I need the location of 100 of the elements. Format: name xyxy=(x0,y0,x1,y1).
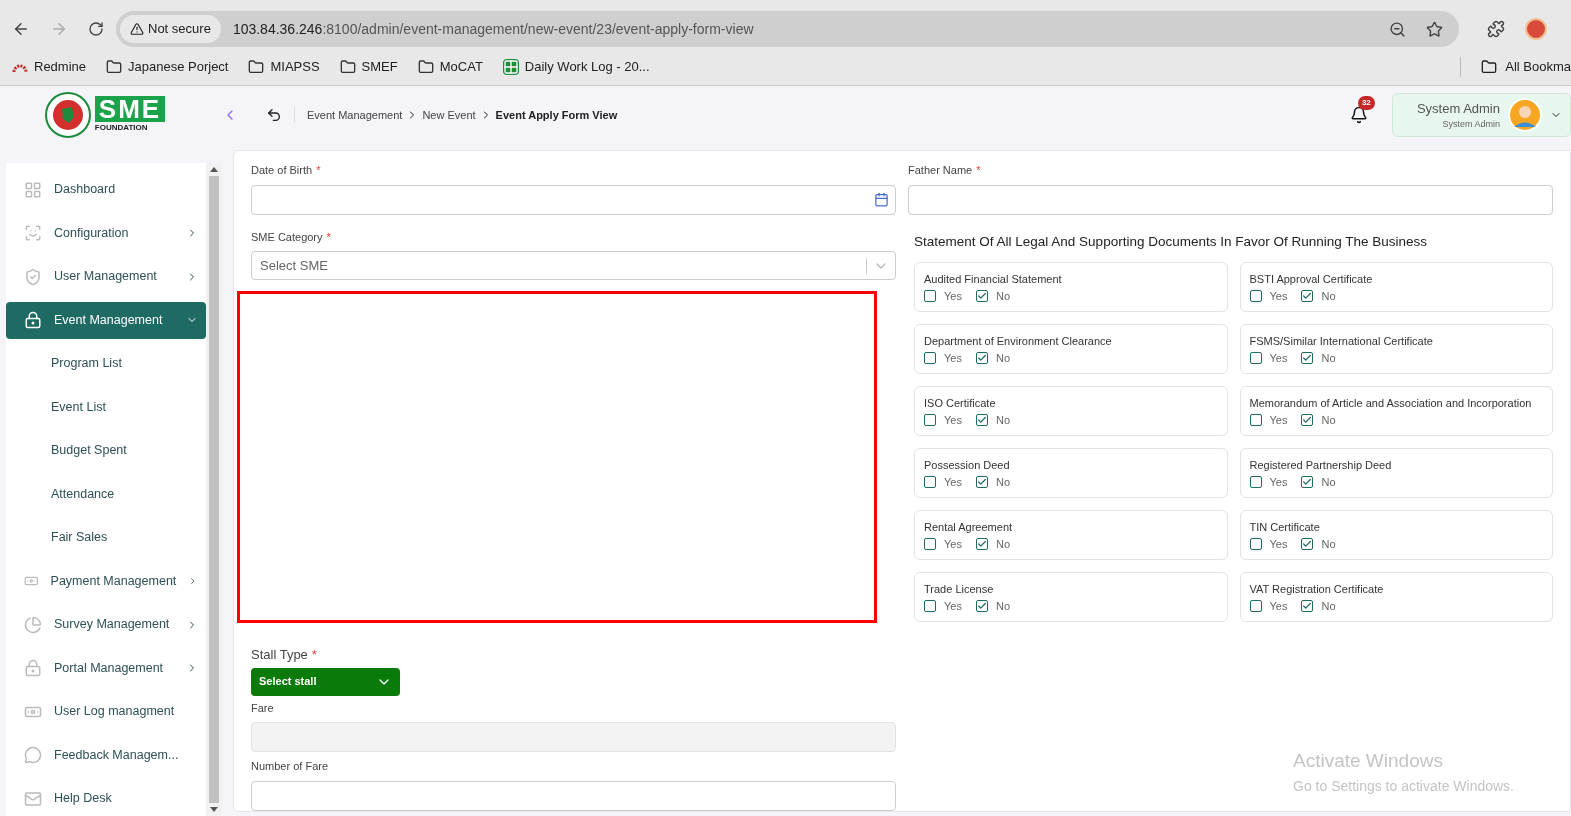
document-label: Trade License xyxy=(924,582,995,596)
number-input-field[interactable] xyxy=(251,780,896,811)
checkbox[interactable] xyxy=(1301,538,1314,550)
bell-icon[interactable] xyxy=(1349,106,1368,124)
spreadsheet-icon xyxy=(502,58,519,75)
checkbox[interactable] xyxy=(924,352,936,364)
breadcrumb-link[interactable]: Event Apply Form View xyxy=(495,106,618,124)
warning-icon xyxy=(130,22,144,36)
folder-icon xyxy=(106,58,123,75)
checkbox[interactable] xyxy=(1301,600,1314,612)
checkbox[interactable] xyxy=(924,600,936,612)
checkbox[interactable] xyxy=(975,538,988,550)
checkbox[interactable] xyxy=(1249,290,1262,302)
bookmark-link[interactable]: Japanese Porject xyxy=(106,56,229,77)
bookmark-link[interactable]: Daily Work Log - 20... xyxy=(502,56,650,77)
sidebar-subitem[interactable]: Fair Sales xyxy=(6,519,206,556)
profile-avatar[interactable] xyxy=(1525,18,1547,40)
sidebar-item[interactable]: Feedback Managem... xyxy=(6,736,206,774)
checkbox[interactable] xyxy=(975,352,988,364)
sidebar-item[interactable]: User Log managment xyxy=(6,693,206,730)
sidebar-item[interactable]: Help Desk xyxy=(6,780,206,816)
checkbox[interactable] xyxy=(924,414,936,426)
checkbox[interactable] xyxy=(1249,476,1262,488)
select-field[interactable]: Select SME xyxy=(251,251,896,280)
bookmark-link[interactable]: MoCAT xyxy=(417,56,483,77)
stall-select[interactable]: Select stall xyxy=(251,667,400,696)
checkbox[interactable] xyxy=(1301,352,1314,364)
document-label: Possession Deed xyxy=(924,458,1011,472)
sidebar-item[interactable]: Portal Management xyxy=(6,649,206,687)
reload-icon[interactable] xyxy=(88,21,104,37)
user-menu[interactable]: System Admin System Admin xyxy=(1391,93,1571,137)
pie-chart-icon xyxy=(24,615,42,634)
scroll-down-icon[interactable] xyxy=(210,807,218,812)
checkbox[interactable] xyxy=(1249,538,1262,550)
text-input-field[interactable] xyxy=(908,184,1553,215)
sidebar-subitem[interactable]: Attendance xyxy=(6,475,206,513)
field-label: Father Name xyxy=(908,163,973,178)
checkbox[interactable] xyxy=(924,538,936,550)
shield-icon xyxy=(24,267,42,286)
all-bookmarks-link[interactable]: All Bookma xyxy=(1481,56,1571,77)
required-mark: * xyxy=(976,163,981,178)
checkbox[interactable] xyxy=(975,414,988,426)
document-label: Audited Financial Statement xyxy=(924,272,1063,286)
back-arrow-icon[interactable] xyxy=(266,107,282,123)
sidebar-item[interactable]: User Management xyxy=(6,258,206,295)
sidebar-item[interactable]: Dashboard xyxy=(6,171,206,208)
checkbox-label: Yes xyxy=(1269,412,1288,428)
section-heading: Statement Of All Legal And Supporting Documents In Favor Of Running The Business xyxy=(914,232,1429,251)
checkbox[interactable] xyxy=(975,476,988,488)
checkbox[interactable] xyxy=(975,290,988,302)
field-label: SME Category xyxy=(251,229,323,245)
checkbox-label: Yes xyxy=(944,350,962,366)
checkbox-label: Yes xyxy=(1269,288,1288,304)
checkbox[interactable] xyxy=(975,600,988,612)
sidebar-subitem[interactable]: Budget Spent xyxy=(6,432,206,469)
scroll-up-icon[interactable] xyxy=(210,167,218,172)
lock-icon xyxy=(24,659,42,677)
sidebar-item[interactable]: Survey Management xyxy=(6,606,206,643)
checkbox[interactable] xyxy=(1249,414,1262,426)
star-icon[interactable] xyxy=(1426,20,1443,38)
calendar-icon[interactable] xyxy=(874,192,889,207)
scrollbar[interactable] xyxy=(206,163,222,816)
checkbox-label: No xyxy=(995,288,1010,304)
folder-icon xyxy=(248,58,265,75)
address-bar[interactable]: Not secure 103.84.36.246:8100/admin/event-management/new-event/23/event-apply-form-view xyxy=(116,11,1459,47)
checkbox[interactable] xyxy=(1249,600,1262,612)
checkbox-label: Yes xyxy=(1269,598,1288,614)
user-name: System Admin xyxy=(1416,99,1500,118)
checkbox[interactable] xyxy=(1301,414,1314,426)
date-input-field[interactable] xyxy=(251,184,896,215)
logo-caption: FOUNDATION xyxy=(94,122,148,134)
checkbox[interactable] xyxy=(924,476,936,488)
breadcrumb-link[interactable]: Event Management xyxy=(307,106,403,124)
document-label: ISO Certificate xyxy=(924,396,997,410)
activation-title: Activate Windows xyxy=(1293,749,1444,773)
url-text: 103.84.36.246:8100/admin/event-management/new-event/23/event-apply-form-view xyxy=(232,19,754,39)
checkbox-label: Yes xyxy=(1269,536,1288,552)
extensions-icon[interactable] xyxy=(1487,20,1505,38)
breadcrumb-link[interactable]: New Event xyxy=(422,106,476,124)
checkbox[interactable] xyxy=(1249,352,1262,364)
sidebar-item[interactable]: Payment Management xyxy=(6,562,206,600)
checkbox[interactable] xyxy=(1301,476,1314,488)
security-chip[interactable]: Not secure xyxy=(120,15,221,43)
checkbox[interactable] xyxy=(1301,290,1314,302)
bookmark-link[interactable]: SMEF xyxy=(339,56,398,77)
document-label: Rental Agreement xyxy=(924,520,1014,534)
sidebar-item[interactable]: Configuration xyxy=(6,214,206,252)
checkbox[interactable] xyxy=(924,290,936,302)
bookmark-link[interactable]: MIAPSS xyxy=(248,56,320,77)
bookmark-link[interactable]: Redmine xyxy=(12,56,87,77)
sidebar-subitem[interactable]: Event List xyxy=(6,388,206,426)
sidebar-subitem[interactable]: Program List xyxy=(6,345,206,382)
checkbox-label: No xyxy=(995,412,1010,428)
back-icon[interactable] xyxy=(12,20,30,38)
checkbox-label: No xyxy=(1321,412,1336,428)
zoom-icon[interactable] xyxy=(1389,20,1406,38)
sidebar-item[interactable]: Event Management xyxy=(6,301,206,339)
document-label: Department of Environment Clearance xyxy=(924,334,1113,348)
mail-icon xyxy=(24,789,42,808)
avatar xyxy=(1508,98,1542,132)
